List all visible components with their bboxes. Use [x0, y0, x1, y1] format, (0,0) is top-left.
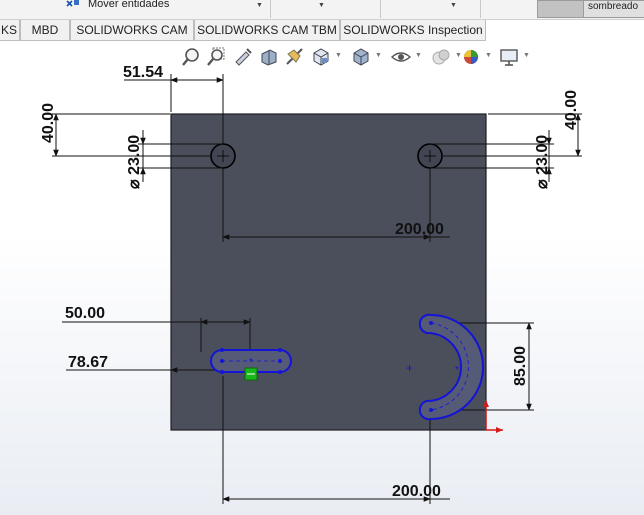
- svg-text:*: *: [249, 357, 253, 368]
- dim-bottom-spacing[interactable]: 200.00: [392, 483, 441, 500]
- dim-left-hole-diameter[interactable]: ⌀ 23.00: [126, 135, 143, 189]
- dim-right-hole-diameter[interactable]: ⌀ 23.00: [534, 135, 551, 189]
- dim-slot-x-offset[interactable]: 78.67: [68, 354, 108, 371]
- svg-text:*: *: [455, 365, 459, 376]
- graphics-area[interactable]: * * + 51.54 40.00 ⌀ 23.00 40.00 ⌀ 23.00 …: [0, 0, 644, 515]
- arc-center-mark: +: [406, 361, 413, 375]
- dim-left-top-offset[interactable]: 40.00: [40, 103, 57, 143]
- dim-hole-spacing[interactable]: 200.00: [395, 221, 444, 238]
- dim-arc-slot-height[interactable]: 85.00: [512, 346, 529, 386]
- dim-right-top-offset[interactable]: 40.00: [563, 90, 580, 130]
- dim-hole-x-offset[interactable]: 51.54: [123, 64, 163, 81]
- origin-icon: [483, 400, 503, 433]
- dim-slot-length[interactable]: 50.00: [65, 305, 105, 322]
